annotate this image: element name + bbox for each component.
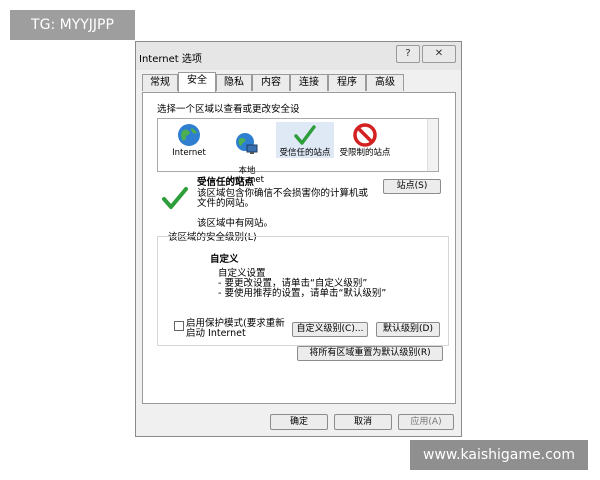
selected-zone-title: 受信任的站点	[197, 177, 255, 188]
zone-select-prompt: 选择一个区域以查看或更改安全设	[157, 104, 300, 115]
restricted-sites-icon	[353, 123, 377, 147]
dialog-title: Internet 选项	[139, 54, 202, 65]
zone-list-scrollbar[interactable]	[427, 119, 438, 171]
zone-has-sites-note: 该区域中有网站。	[197, 218, 274, 229]
protected-mode-label: 启用保护模式(要求重新启动 Internet	[186, 318, 285, 339]
tab-privacy[interactable]: 隐私	[216, 74, 252, 91]
zone-internet[interactable]: Internet	[160, 122, 218, 158]
trusted-sites-check-icon	[294, 125, 316, 145]
custom-level-button[interactable]: 自定义级别(C)...	[292, 322, 368, 337]
security-tab-panel: 选择一个区域以查看或更改安全设 Internet 本地 Intranet 受信任…	[142, 92, 456, 404]
tab-general[interactable]: 常规	[142, 74, 178, 91]
zone-trusted-sites[interactable]: 受信任的站点	[276, 122, 334, 158]
default-level-button[interactable]: 默认级别(D)	[376, 322, 440, 337]
security-level-line-3: - 要使用推荐的设置，请单击“默认级别”	[218, 288, 387, 299]
watermark-bottom: www.kaishigame.com	[410, 440, 588, 470]
globe-icon	[178, 124, 200, 146]
zone-restricted-sites[interactable]: 受限制的站点	[336, 122, 394, 158]
tab-content[interactable]: 内容	[252, 74, 290, 91]
ok-button[interactable]: 确定	[270, 414, 328, 430]
selected-zone-check-icon	[162, 187, 188, 209]
zone-trusted-sites-label: 受信任的站点	[279, 148, 331, 158]
sites-button[interactable]: 站点(S)	[383, 179, 441, 194]
cancel-button[interactable]: 取消	[334, 414, 392, 430]
zone-list[interactable]: Internet 本地 Intranet 受信任的站点 受限制的站点	[157, 118, 439, 185]
reset-all-zones-button[interactable]: 将所有区域重置为默认级别(R)	[297, 346, 443, 361]
zone-internet-label: Internet	[172, 148, 206, 158]
security-level-title: 自定义	[210, 254, 239, 265]
close-button[interactable]: ✕	[422, 45, 456, 63]
watermark-top: TG: MYYJJPP	[10, 10, 135, 40]
help-button[interactable]: ?	[396, 45, 420, 63]
apply-button[interactable]: 应用(A)	[398, 414, 454, 430]
title-bar: Internet 选项 ? ✕	[136, 42, 461, 70]
protected-mode-checkbox[interactable]	[174, 321, 184, 331]
zone-description: 该区域包含你确信不会损害你的计算机或文件的网站。	[197, 188, 369, 209]
security-level-group: 自定义 自定义设置 - 要更改设置，请单击“自定义级别” - 要使用推荐的设置，…	[157, 236, 449, 346]
zone-restricted-sites-label: 受限制的站点	[339, 148, 391, 158]
tab-connections[interactable]: 连接	[290, 74, 328, 91]
tab-security[interactable]: 安全	[178, 72, 216, 92]
tab-advanced[interactable]: 高级	[366, 74, 404, 91]
local-intranet-icon	[236, 133, 258, 154]
tab-programs[interactable]: 程序	[328, 74, 366, 91]
internet-options-dialog: Internet 选项 ? ✕ 常规 安全 隐私 内容 连接 程序 高级 选择一…	[135, 41, 462, 437]
